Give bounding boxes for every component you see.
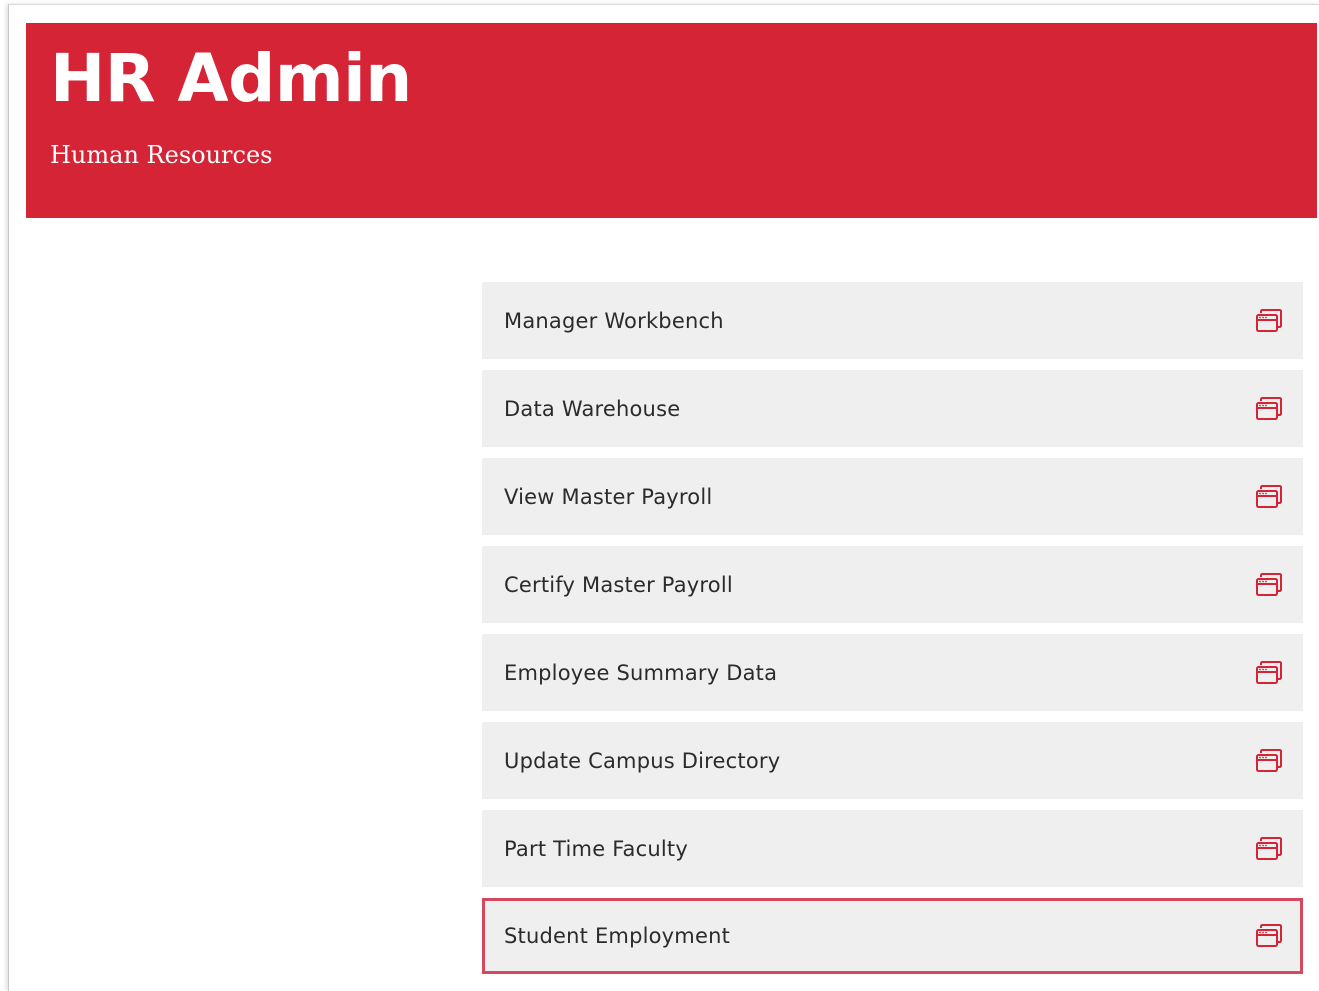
link-label: Manager Workbench bbox=[504, 308, 724, 333]
link-item-update-campus-directory[interactable]: Update Campus Directory bbox=[482, 722, 1303, 799]
link-item-student-employment[interactable]: Student Employment bbox=[482, 898, 1303, 974]
link-item-view-master-payroll[interactable]: View Master Payroll bbox=[482, 458, 1303, 535]
external-window-icon bbox=[1255, 484, 1283, 510]
page-title: HR Admin bbox=[50, 40, 412, 117]
link-label: Data Warehouse bbox=[504, 396, 681, 421]
link-item-data-warehouse[interactable]: Data Warehouse bbox=[482, 370, 1303, 447]
external-window-icon bbox=[1255, 660, 1283, 686]
link-label: Student Employment bbox=[504, 924, 731, 948]
page-subtitle: Human Resources bbox=[50, 141, 273, 169]
external-window-icon bbox=[1255, 308, 1283, 334]
link-item-manager-workbench[interactable]: Manager Workbench bbox=[482, 282, 1303, 359]
link-label: Employee Summary Data bbox=[504, 660, 778, 685]
external-window-icon bbox=[1255, 923, 1283, 949]
external-window-icon bbox=[1255, 836, 1283, 862]
link-item-certify-master-payroll[interactable]: Certify Master Payroll bbox=[482, 546, 1303, 623]
link-label: Update Campus Directory bbox=[504, 748, 781, 773]
link-item-employee-summary-data[interactable]: Employee Summary Data bbox=[482, 634, 1303, 711]
external-window-icon bbox=[1255, 572, 1283, 598]
link-label: View Master Payroll bbox=[504, 484, 713, 509]
external-window-icon bbox=[1255, 396, 1283, 422]
link-label: Certify Master Payroll bbox=[504, 572, 733, 597]
link-label: Part Time Faculty bbox=[504, 836, 688, 861]
link-item-part-time-faculty[interactable]: Part Time Faculty bbox=[482, 810, 1303, 887]
header-banner: HR Admin Human Resources bbox=[26, 23, 1317, 218]
app-link-list: Manager Workbench Data Warehouse View Ma… bbox=[482, 282, 1303, 985]
external-window-icon bbox=[1255, 748, 1283, 774]
